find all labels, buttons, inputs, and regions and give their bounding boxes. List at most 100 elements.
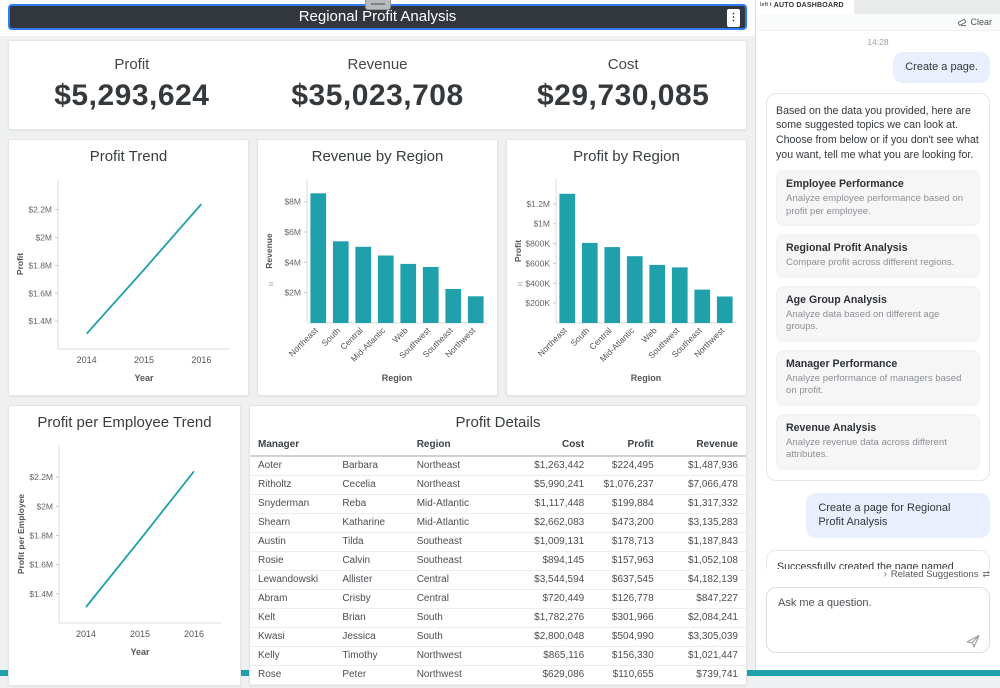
table-cell: South (409, 628, 508, 647)
svg-text:$2M: $2M (36, 501, 53, 511)
table-cell: $126,778 (592, 590, 661, 609)
svg-text:Northeast: Northeast (535, 325, 569, 359)
table-title: Profit Details (250, 414, 746, 431)
revenue-by-region-chart[interactable]: $2M$4M$6M$8MNortheastSouthCentralMid-Atl… (261, 165, 495, 385)
eraser-icon (957, 17, 967, 27)
chat-messages: 14:28 Create a page. Based on the data y… (756, 31, 1000, 569)
suggestion-card[interactable]: Manager PerformanceAnalyze performance o… (776, 350, 980, 406)
suggestion-desc: Analyze revenue data across different at… (786, 437, 970, 462)
column-header[interactable]: Cost (508, 435, 592, 456)
svg-text:$1.4M: $1.4M (29, 589, 53, 599)
table-cell: $1,009,131 (508, 533, 592, 552)
app: Regional Profit Analysis ⋮ Profit$5,293,… (0, 0, 1000, 670)
table-cell: $1,052,108 (662, 552, 746, 571)
table-row[interactable]: AustinTildaSoutheast$1,009,131$178,713$1… (250, 533, 746, 552)
profit-per-employee-card: Profit per Employee Trend $1.4M$1.6M$1.8… (8, 405, 241, 686)
profit-details-table: Manager RegionCostProfitRevenue AoterBarb… (250, 435, 746, 685)
profit-per-employee-chart[interactable]: $1.4M$1.6M$1.8M$2M$2.2M201420152016Profi… (13, 431, 237, 659)
kpi-value: $5,293,624 (9, 79, 255, 113)
assistant-confirmation: Successfully created the page named Regi… (766, 550, 990, 569)
tab-auto-dashboard[interactable]: left tAUTO DASHBOARD (756, 0, 854, 14)
table-cell: Reba (334, 495, 408, 514)
suggestion-title: Manager Performance (786, 358, 970, 370)
table-cell: Northeast (409, 456, 508, 476)
table-cell: $3,544,594 (508, 571, 592, 590)
table-cell: Northeast (409, 476, 508, 495)
bottom-row: Profit per Employee Trend $1.4M$1.6M$1.8… (8, 405, 747, 686)
table-row[interactable]: RitholtzCeceliaNortheast$5,990,241$1,076… (250, 476, 746, 495)
table-cell: $865,116 (508, 647, 592, 666)
table-cell: $739,741 (662, 666, 746, 685)
table-cell: $1,782,276 (508, 609, 592, 628)
user-message: Create a page. (893, 52, 990, 83)
suggestion-card[interactable]: Regional Profit AnalysisCompare profit a… (776, 234, 980, 277)
table-row[interactable]: RosieCalvinSoutheast$894,145$157,963$1,0… (250, 552, 746, 571)
table-row[interactable]: KwasiJessicaSouth$2,800,048$504,990$3,30… (250, 628, 746, 647)
table-cell: $5,990,241 (508, 476, 592, 495)
svg-text:2016: 2016 (191, 355, 211, 365)
more-options-button[interactable]: ⋮ (727, 9, 740, 27)
charts-row: Profit Trend $1.4M$1.6M$1.8M$2M$2.2M2014… (8, 139, 747, 396)
table-row[interactable]: LewandowskiAllisterCentral$3,544,594$637… (250, 571, 746, 590)
column-header[interactable]: Manager (250, 435, 334, 456)
column-header[interactable]: Revenue (662, 435, 746, 456)
suggestion-card[interactable]: Employee PerformanceAnalyze employee per… (776, 170, 980, 226)
clear-button[interactable]: Clear (957, 17, 992, 27)
table-row[interactable]: KeltBrianSouth$1,782,276$301,966$2,084,2… (250, 609, 746, 628)
table-cell: $156,330 (592, 647, 661, 666)
suggestion-list: Employee PerformanceAnalyze employee per… (776, 170, 980, 469)
related-suggestions-label: Related Suggestions (891, 569, 979, 580)
table-cell: $199,884 (592, 495, 661, 514)
svg-text:$400K: $400K (525, 278, 550, 288)
revenue-by-region-card: Revenue by Region $2M$4M$6M$8MNortheastS… (257, 139, 498, 396)
kpi-label: Cost (500, 56, 746, 73)
table-cell: $2,662,083 (508, 514, 592, 533)
table-header[interactable]: Manager RegionCostProfitRevenue (250, 435, 746, 456)
report-title-bar[interactable]: Regional Profit Analysis ⋮ (8, 4, 747, 30)
profit-by-region-chart[interactable]: $200K$400K$600K$800K$1M$1.2MNortheastSou… (510, 165, 744, 385)
suggestion-card[interactable]: Age Group AnalysisAnalyze data based on … (776, 286, 980, 342)
table-cell: Katharine (334, 514, 408, 533)
svg-text:2015: 2015 (133, 355, 153, 365)
table-row[interactable]: AbramCrisbyCentral$720,449$126,778$847,2… (250, 590, 746, 609)
table-cell: Timothy (334, 647, 408, 666)
svg-text:Region: Region (630, 373, 661, 383)
column-header[interactable]: Region (409, 435, 508, 456)
svg-text:Region: Region (381, 373, 412, 383)
send-icon[interactable] (965, 633, 981, 649)
svg-text:$1M: $1M (533, 219, 550, 229)
column-header[interactable] (334, 435, 408, 456)
suggestion-card[interactable]: Revenue AnalysisAnalyze revenue data acr… (776, 414, 980, 470)
svg-text:$1.8M: $1.8M (28, 260, 52, 270)
kpi-cost[interactable]: Cost$29,730,085 (500, 41, 746, 129)
profit-details-card: Profit Details ManagerRegionCostProfitRe… (249, 405, 747, 686)
related-suggestions-toggle[interactable]: › Related Suggestions ⇄ (766, 569, 990, 580)
suggestion-title: Employee Performance (786, 178, 970, 190)
svg-text:$8M: $8M (284, 197, 301, 207)
svg-text:≡: ≡ (517, 279, 522, 289)
table-cell: $1,187,843 (662, 533, 746, 552)
table-cell: Central (409, 571, 508, 590)
ask-question-input[interactable] (766, 587, 990, 653)
kpi-revenue[interactable]: Revenue$35,023,708 (255, 41, 501, 129)
table-row[interactable]: ShearnKatharineMid-Atlantic$2,662,083$47… (250, 514, 746, 533)
svg-text:2014: 2014 (76, 355, 96, 365)
svg-text:Year: Year (134, 373, 154, 383)
kpi-label: Revenue (255, 56, 501, 73)
svg-text:Profit per Employee: Profit per Employee (16, 494, 26, 575)
suggestion-desc: Compare profit across different regions. (786, 257, 970, 269)
column-header[interactable]: Profit (592, 435, 661, 456)
table-row[interactable]: KellyTimothyNorthwest$865,116$156,330$1,… (250, 647, 746, 666)
table-row[interactable]: AoterBarbaraNortheast$1,263,442$224,495$… (250, 456, 746, 476)
svg-text:≡: ≡ (268, 279, 273, 289)
svg-text:2015: 2015 (129, 629, 149, 639)
table-row[interactable]: RosePeterNorthwest$629,086$110,655$739,7… (250, 666, 746, 685)
kpi-profit[interactable]: Profit$5,293,624 (9, 41, 255, 129)
svg-text:Profit: Profit (15, 253, 25, 275)
table-cell: $224,495 (592, 456, 661, 476)
assistant-intro-text: Based on the data you provided, here are… (776, 104, 980, 162)
table-row[interactable]: SnydermanRebaMid-Atlantic$1,117,448$199,… (250, 495, 746, 514)
drag-handle[interactable] (365, 0, 391, 10)
message-timestamp: 14:28 (766, 37, 990, 47)
profit-trend-chart[interactable]: $1.4M$1.6M$1.8M$2M$2.2M201420152016Profi… (12, 165, 246, 385)
